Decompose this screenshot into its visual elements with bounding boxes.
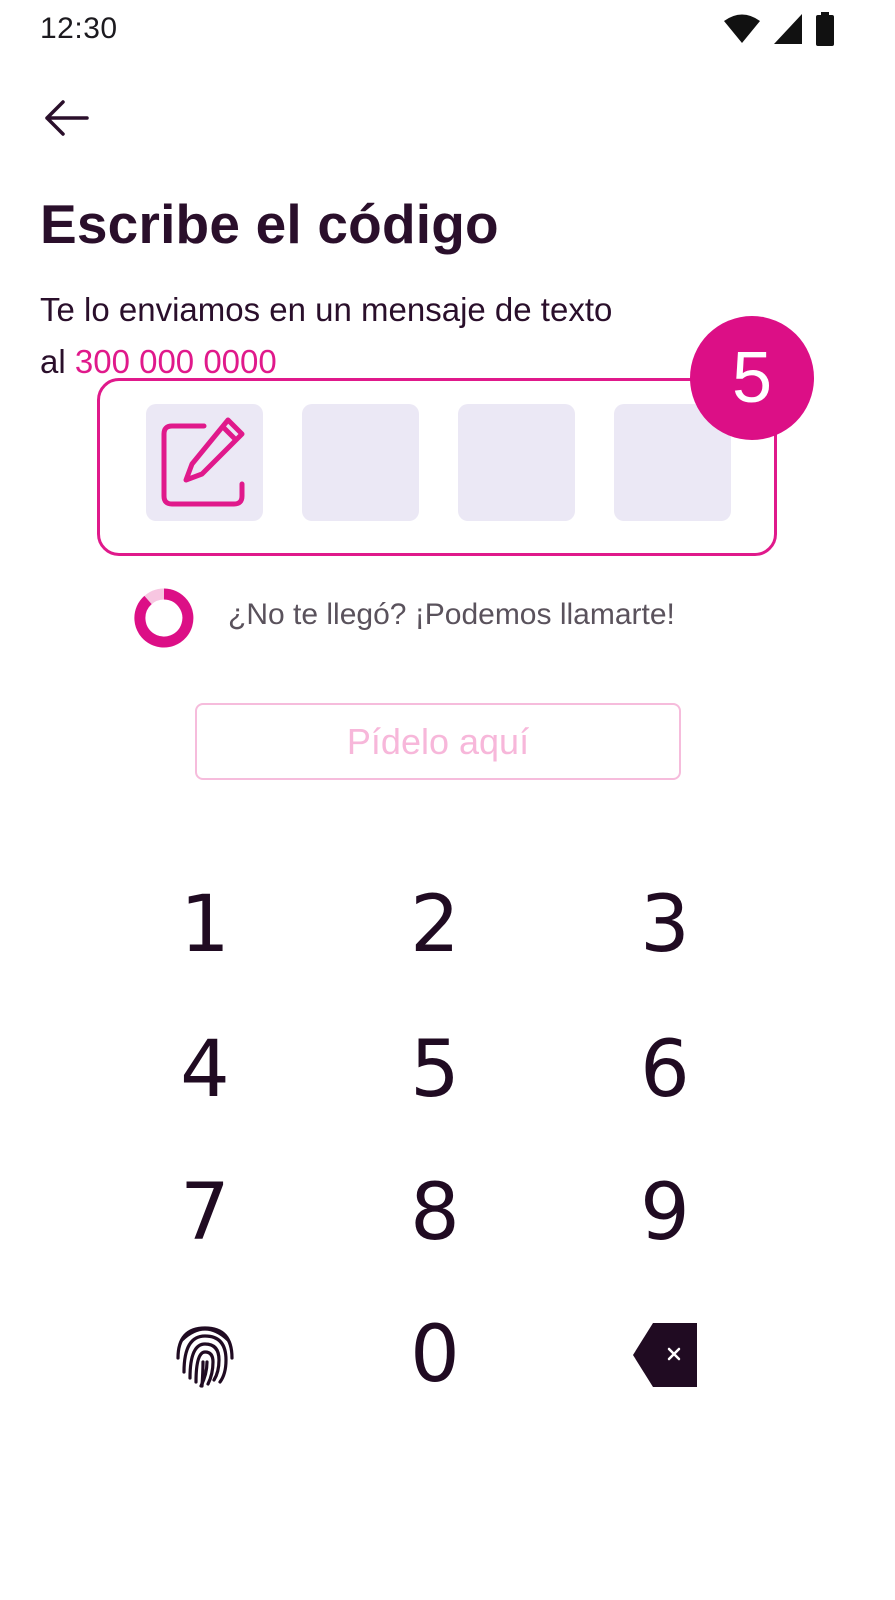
subtitle: Te lo enviamos en un mensaje de texto al…: [40, 284, 800, 388]
subtitle-prefix: al: [40, 343, 66, 380]
key-4[interactable]: 4: [90, 1000, 320, 1140]
key-7[interactable]: 7: [90, 1143, 320, 1283]
key-6[interactable]: 6: [550, 1000, 780, 1140]
wifi-icon: [724, 14, 760, 43]
arrow-left-icon: [45, 100, 89, 136]
edit-icon: [161, 417, 245, 507]
back-button[interactable]: [36, 92, 96, 144]
key-5[interactable]: 5: [320, 1000, 550, 1140]
numeric-keypad: 1 2 3 4 5 6 7 8 9 0: [90, 855, 780, 1435]
progress-ring-icon: [134, 588, 194, 648]
page-title: Escribe el código: [40, 193, 499, 255]
resend-text: ¿No te llegó? ¡Podemos llamarte!: [228, 598, 675, 631]
step-badge: 5: [690, 316, 814, 440]
key-3[interactable]: 3: [550, 855, 780, 995]
delete-key[interactable]: [550, 1285, 780, 1425]
status-time: 12:30: [40, 12, 118, 45]
biometric-key[interactable]: [90, 1285, 320, 1425]
key-8[interactable]: 8: [320, 1143, 550, 1283]
subtitle-line1: Te lo enviamos en un mensaje de texto: [40, 291, 613, 328]
status-bar: 12:30: [0, 0, 895, 62]
battery-icon: [816, 12, 834, 46]
key-2[interactable]: 2: [320, 855, 550, 995]
backspace-icon: [633, 1323, 697, 1387]
fingerprint-icon: [176, 1326, 234, 1388]
status-icons: [723, 12, 835, 46]
phone-number: 300 000 0000: [74, 343, 277, 380]
resend-row: ¿No te llegó? ¡Podemos llamarte!: [130, 582, 810, 648]
key-0[interactable]: 0: [320, 1285, 550, 1425]
code-cell-2[interactable]: [302, 404, 419, 521]
key-9[interactable]: 9: [550, 1143, 780, 1283]
signal-icon: [774, 14, 802, 44]
key-1[interactable]: 1: [90, 855, 320, 995]
request-call-button[interactable]: Pídelo aquí: [195, 703, 681, 780]
code-cell-3[interactable]: [458, 404, 575, 521]
